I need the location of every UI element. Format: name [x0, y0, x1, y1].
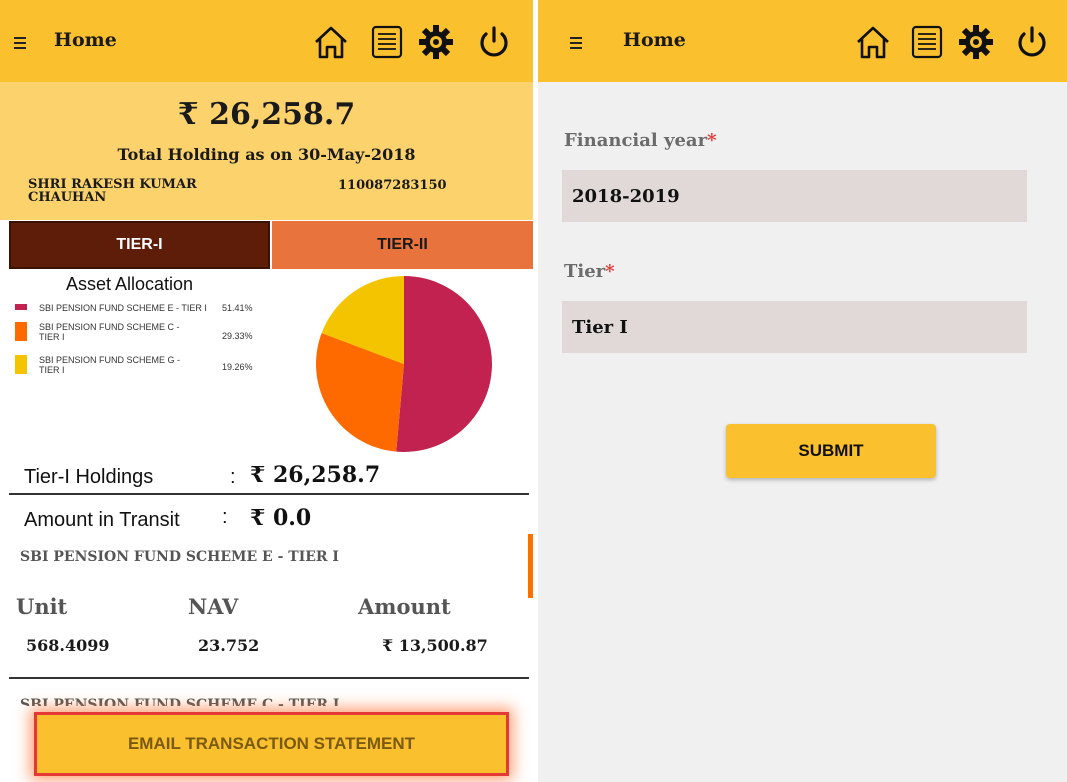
- legend-percent: 19.26%: [222, 362, 253, 372]
- app-bar-title: Home: [623, 29, 686, 51]
- transit-colon: :: [222, 506, 228, 528]
- column-header-unit: Unit: [16, 594, 68, 619]
- transit-label: Amount in Transit: [24, 509, 180, 531]
- legend-label: SBI PENSION FUND SCHEME G - TIER I: [39, 355, 181, 375]
- tier1-holdings-value: ₹ 26,258.7: [250, 462, 381, 488]
- total-holding-label: Total Holding as on 30-May-2018: [117, 145, 416, 164]
- legend-label: SBI PENSION FUND SCHEME C - TIER I: [39, 322, 180, 342]
- subscriber-name: SHRI RAKESH KUMAR CHAUHAN: [28, 177, 197, 205]
- transit-value: ₹ 0.0: [250, 505, 312, 531]
- divider: [9, 493, 529, 495]
- tier1-holdings-label: Tier-I Holdings: [24, 466, 154, 488]
- tab-tier-2[interactable]: TIER-II: [272, 221, 533, 269]
- app-bar: Home: [538, 0, 1067, 82]
- legend-swatch: [15, 322, 27, 341]
- legend-label: SBI PENSION FUND SCHEME E - TIER I: [39, 303, 207, 313]
- home-icon[interactable]: [313, 24, 349, 60]
- column-header-nav: NAV: [188, 594, 239, 619]
- power-icon[interactable]: [1014, 24, 1050, 60]
- tab-tier-1[interactable]: TIER-I: [9, 221, 270, 269]
- right-screen: Home Financial year* 2018-2019 Tier* Tie…: [538, 0, 1067, 782]
- menu-icon[interactable]: [566, 29, 590, 53]
- unit-value: 568.4099: [26, 636, 110, 655]
- financial-year-select[interactable]: 2018-2019: [562, 170, 1027, 222]
- financial-year-label: Financial year*: [564, 130, 717, 151]
- legend-percent: 29.33%: [222, 331, 253, 341]
- menu-icon[interactable]: [10, 29, 34, 53]
- required-mark: *: [707, 130, 717, 151]
- power-icon[interactable]: [476, 24, 512, 60]
- tier1-holdings-row: Tier-I Holdings : ₹ 26,258.7: [24, 462, 524, 496]
- document-icon[interactable]: [369, 24, 405, 60]
- settings-icon[interactable]: [418, 24, 454, 60]
- divider: [9, 677, 529, 679]
- legend-percent: 51.41%: [222, 303, 253, 313]
- tier-select[interactable]: Tier I: [562, 301, 1027, 353]
- scheme-title-next: SBI PENSION FUND SCHEME C - TIER I: [20, 697, 340, 706]
- app-bar: Home: [0, 0, 533, 82]
- home-icon[interactable]: [855, 24, 891, 60]
- total-holding-amount: ₹ 26,258.7: [177, 97, 356, 132]
- column-header-amount: Amount: [358, 594, 451, 619]
- holding-summary: ₹ 26,258.7 Total Holding as on 30-May-20…: [0, 82, 533, 220]
- transit-row: Amount in Transit : ₹ 0.0: [24, 505, 524, 539]
- left-screen: Home ₹ 26,258.7 Total Holding as on 30-M…: [0, 0, 533, 782]
- app-bar-title: Home: [54, 29, 117, 51]
- chart-title: Asset Allocation: [66, 274, 194, 294]
- pie-slice: [396, 276, 492, 452]
- legend-swatch: [15, 355, 27, 374]
- tier-label: Tier*: [564, 261, 615, 282]
- amount-value: ₹ 13,500.87: [382, 636, 488, 655]
- email-transaction-statement-button[interactable]: EMAIL TRANSACTION STATEMENT: [34, 712, 509, 776]
- submit-button[interactable]: SUBMIT: [726, 424, 936, 478]
- asset-allocation-pie: [316, 276, 492, 452]
- required-mark: *: [605, 261, 615, 282]
- subscriber-pran: 110087283150: [338, 178, 447, 193]
- tier1-holdings-colon: :: [230, 466, 236, 488]
- settings-icon[interactable]: [958, 24, 994, 60]
- legend-swatch: [15, 304, 27, 310]
- document-icon[interactable]: [909, 24, 945, 60]
- scheme-title: SBI PENSION FUND SCHEME E - TIER I: [20, 549, 339, 565]
- nav-value: 23.752: [198, 636, 260, 655]
